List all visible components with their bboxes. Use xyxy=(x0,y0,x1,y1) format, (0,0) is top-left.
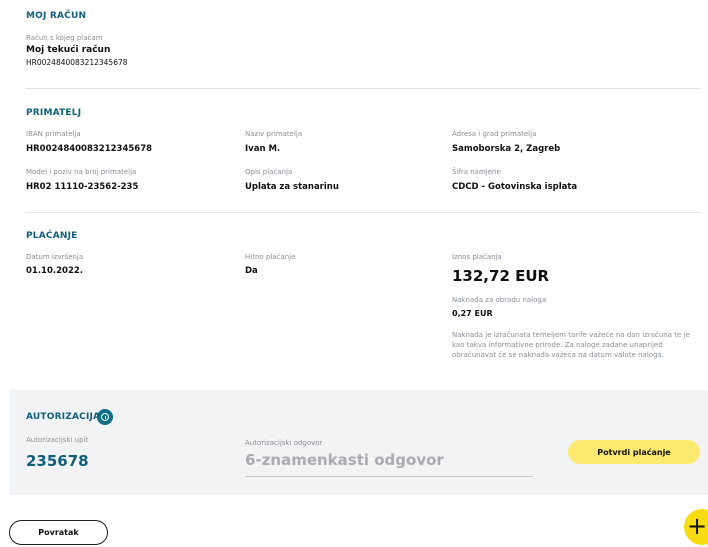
payment-section-title: PLAĆANJE xyxy=(26,231,78,241)
confirm-payment-button[interactable]: Potvrdi plaćanje xyxy=(568,440,700,464)
purpose-code-value: CDCD - Gotovinska isplata xyxy=(452,182,578,192)
model-value: HR02 11110-23562-235 xyxy=(26,182,139,192)
model-label: Model i poziv na broj primatelja xyxy=(26,168,137,176)
info-icon-ring xyxy=(101,413,109,421)
account-iban: HR0024840083212345678 xyxy=(26,58,128,67)
amount-value: 132,72 EUR xyxy=(452,267,550,285)
urgent-payment-label: Hitno plaćanje xyxy=(245,253,296,261)
fee-label: Naknada za obradu naloga xyxy=(452,296,547,304)
auth-response-input[interactable]: 6-znamenkasti odgovor xyxy=(245,451,444,469)
from-account-label: Račun s kojeg plaćam xyxy=(26,34,103,42)
divider xyxy=(26,212,700,213)
auth-response-underline xyxy=(245,476,533,477)
divider xyxy=(26,88,700,89)
plus-icon: + xyxy=(686,512,708,540)
authorization-title: AUTORIZACIJA xyxy=(26,412,101,422)
purpose-code-label: Šifra namjene xyxy=(452,168,501,176)
recipient-address-label: Adresa i grad primatelja xyxy=(452,130,537,138)
fab-add-button[interactable]: + xyxy=(684,509,708,545)
recipient-section-title: PRIMATELJ xyxy=(26,108,82,118)
fee-note: Naknada je izračunata temeljem tarife va… xyxy=(452,331,690,359)
description-value: Uplata za stanarinu xyxy=(245,182,339,192)
auth-request-label: Autorizacijski upit xyxy=(26,436,89,444)
info-icon[interactable] xyxy=(97,409,113,425)
auth-response-label: Autorizacijski odgovor xyxy=(245,439,323,447)
back-button[interactable]: Povratak xyxy=(9,520,108,545)
recipient-iban: HR0024840083212345678 xyxy=(26,144,153,154)
recipient-iban-label: IBAN primatelja xyxy=(26,130,81,138)
execution-date-label: Datum izvršenja xyxy=(26,253,84,261)
auth-request-code: 235678 xyxy=(26,452,89,470)
urgent-payment-value: Da xyxy=(245,266,258,276)
account-name: Moj tekući račun xyxy=(26,45,111,55)
recipient-name-label: Naziv primatelja xyxy=(245,130,303,138)
recipient-address: Samoborska 2, Zagreb xyxy=(452,144,561,154)
description-label: Opis plaćanja xyxy=(245,168,293,176)
account-section-title: MOJ RAČUN xyxy=(26,11,87,21)
fee-value: 0,27 EUR xyxy=(452,309,493,318)
execution-date: 01.10.2022. xyxy=(26,266,84,276)
info-icon-dot xyxy=(104,415,106,419)
recipient-name: Ivan M. xyxy=(245,144,281,154)
amount-label: Iznos plaćanja xyxy=(452,253,502,261)
